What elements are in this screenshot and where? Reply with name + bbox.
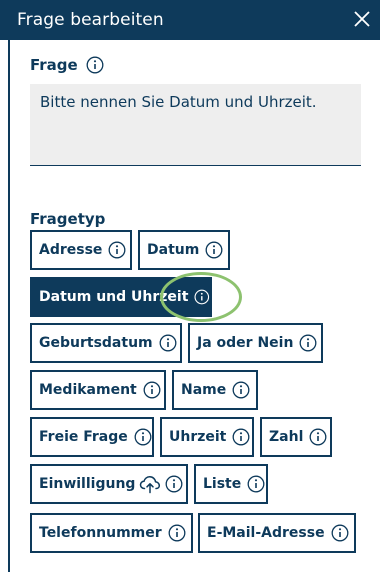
question-text: Bitte nennen Sie Datum und Uhrzeit. [40, 93, 317, 111]
info-icon[interactable] [247, 475, 265, 493]
chip-label: Freie Frage [39, 429, 128, 445]
chip-label: Liste [203, 476, 242, 492]
chip-label: Geburtsdatum [39, 335, 153, 351]
chip-label: Name [181, 382, 227, 398]
question-label: Frage [30, 56, 78, 74]
question-type-medikament[interactable]: Medikament [30, 370, 166, 410]
info-icon[interactable] [165, 475, 183, 493]
question-type-name[interactable]: Name [172, 370, 258, 410]
chip-label: Uhrzeit [169, 429, 227, 445]
question-type-uhrzeit[interactable]: Uhrzeit [160, 417, 254, 457]
info-icon[interactable] [134, 428, 152, 446]
chip-label: Adresse [39, 242, 103, 258]
info-icon[interactable] [159, 334, 177, 352]
question-type-freie-frage[interactable]: Freie Frage [30, 417, 154, 457]
question-type-adresse[interactable]: Adresse [30, 230, 132, 270]
info-icon[interactable] [168, 524, 186, 542]
question-type-label: Fragetyp [30, 210, 106, 228]
info-icon[interactable] [86, 56, 104, 74]
info-icon[interactable] [143, 381, 161, 399]
close-icon[interactable] [353, 10, 371, 28]
info-icon[interactable] [331, 524, 349, 542]
question-label-row: Frage [30, 56, 104, 74]
question-type-liste[interactable]: Liste [194, 464, 268, 504]
panel-left-border [8, 40, 10, 572]
chip-label: Einwilligung [39, 476, 136, 492]
highlight-circle [160, 272, 242, 322]
dialog-title: Frage bearbeiten [17, 10, 164, 30]
question-type-einwilligung[interactable]: Einwilligung [30, 464, 188, 504]
chip-label: Datum [147, 242, 200, 258]
question-type-datum[interactable]: Datum [138, 230, 230, 270]
info-icon[interactable] [108, 241, 126, 259]
info-icon[interactable] [232, 428, 250, 446]
question-type-telefonnummer[interactable]: Telefonnummer [30, 513, 193, 553]
info-icon[interactable] [309, 428, 327, 446]
cloud-upload-icon [140, 476, 161, 494]
question-type-geburtsdatum[interactable]: Geburtsdatum [30, 323, 182, 363]
question-type-e-mail-adresse[interactable]: E-Mail-Adresse [198, 513, 356, 553]
info-icon[interactable] [205, 241, 223, 259]
chip-label: E-Mail-Adresse [207, 525, 325, 541]
question-type-zahl[interactable]: Zahl [260, 417, 332, 457]
chip-label: Ja oder Nein [197, 335, 294, 351]
info-icon[interactable] [232, 381, 250, 399]
question-textarea[interactable]: Bitte nennen Sie Datum und Uhrzeit. [30, 84, 361, 166]
chip-label: Telefonnummer [39, 525, 162, 541]
dialog-header: Frage bearbeiten [0, 0, 380, 40]
info-icon[interactable] [299, 334, 317, 352]
chip-label: Medikament [39, 382, 137, 398]
chip-label: Zahl [269, 429, 304, 445]
question-type-ja-oder-nein[interactable]: Ja oder Nein [188, 323, 323, 363]
